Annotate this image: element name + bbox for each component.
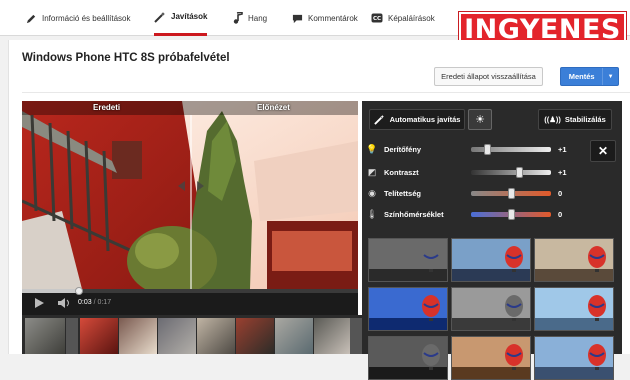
balloon-thumbnail-icon bbox=[535, 288, 613, 330]
tab-audio[interactable]: Hang bbox=[233, 0, 267, 36]
auto-fix-label: Automatikus javítás bbox=[389, 115, 461, 124]
contrast-value: +1 bbox=[558, 168, 567, 177]
color-temperature-value: 0 bbox=[558, 210, 563, 219]
auto-fix-button[interactable]: Automatikus javítás bbox=[369, 109, 465, 130]
brightness-toggle-button[interactable]: ☀ bbox=[468, 109, 492, 130]
fill-light-value: +1 bbox=[558, 145, 567, 154]
revert-original-button[interactable]: Eredeti állapot visszaállítása bbox=[434, 67, 543, 86]
tab-captions[interactable]: CC Képaláírások bbox=[371, 0, 435, 36]
saturation-icon: ◉ bbox=[368, 187, 376, 198]
stabilize-button[interactable]: ((♟)) Stabilizálás bbox=[538, 109, 612, 130]
tab-label: Kommentárok bbox=[308, 13, 358, 23]
magic-wand-icon bbox=[154, 11, 165, 23]
tab-label: Információ és beállítások bbox=[42, 13, 131, 23]
time-current: 0:03 bbox=[78, 299, 92, 306]
bulb-icon: 💡 bbox=[366, 143, 378, 154]
fill-light-slider[interactable] bbox=[471, 147, 551, 152]
filmstrip-frame bbox=[275, 318, 313, 354]
progress-scrubber[interactable] bbox=[75, 287, 83, 295]
close-button[interactable]: ✕ bbox=[590, 140, 616, 162]
tab-enhancements[interactable]: Javítások bbox=[154, 0, 208, 36]
trim-handle-right[interactable] bbox=[350, 318, 362, 354]
filter-thumbnail[interactable] bbox=[534, 336, 614, 380]
saturation-label: Telítettség bbox=[384, 189, 421, 198]
video-compare-header bbox=[22, 101, 358, 115]
filter-thumbnail[interactable] bbox=[368, 336, 448, 380]
contrast-icon: ◩ bbox=[367, 166, 377, 177]
page-title: Windows Phone HTC 8S próbafelvétel bbox=[22, 52, 230, 64]
filmstrip-frame bbox=[158, 318, 196, 354]
saturation-value: 0 bbox=[558, 189, 563, 198]
chevron-down-icon[interactable]: ▼ bbox=[602, 68, 618, 85]
save-button[interactable]: Mentés ▼ bbox=[560, 67, 619, 86]
tab-annotations[interactable]: Kommentárok bbox=[292, 0, 358, 36]
color-temperature-slider-thumb[interactable] bbox=[508, 209, 515, 220]
progress-bar[interactable] bbox=[22, 289, 358, 293]
contrast-label: Kontraszt bbox=[384, 168, 419, 177]
filter-thumbnail[interactable] bbox=[368, 287, 448, 331]
filmstrip-frame bbox=[80, 318, 118, 354]
filter-thumbnail[interactable] bbox=[534, 238, 614, 282]
time-total: / 0:17 bbox=[93, 299, 112, 306]
trim-handle-left[interactable] bbox=[66, 318, 78, 354]
balloon-thumbnail-icon bbox=[452, 239, 530, 281]
balloon-thumbnail-icon bbox=[452, 337, 530, 379]
stabilize-label: Stabilizálás bbox=[564, 115, 606, 124]
contrast-slider[interactable] bbox=[471, 170, 551, 175]
sun-icon: ☀ bbox=[475, 114, 485, 126]
filmstrip-frame bbox=[314, 318, 350, 354]
balloon-thumbnail-icon bbox=[369, 239, 447, 281]
balloon-thumbnail-icon bbox=[369, 288, 447, 330]
thermometer-icon: 🌡 bbox=[366, 208, 378, 219]
stabilize-icon: ((♟)) bbox=[544, 115, 561, 124]
svg-text:CC: CC bbox=[373, 16, 381, 22]
balloon-thumbnail-icon bbox=[452, 288, 530, 330]
filmstrip-frame bbox=[119, 318, 157, 354]
split-arrows-icon[interactable] bbox=[176, 180, 206, 192]
play-icon[interactable] bbox=[34, 298, 44, 308]
magic-wand-icon bbox=[373, 114, 384, 125]
color-temperature-label: Színhőmérséklet bbox=[384, 210, 444, 219]
balloon-thumbnail-icon bbox=[535, 239, 613, 281]
filter-thumbnail[interactable] bbox=[451, 287, 531, 331]
filmstrip-frame bbox=[25, 318, 65, 354]
save-button-label: Mentés bbox=[568, 72, 595, 81]
compare-split-handle[interactable] bbox=[190, 115, 192, 289]
filmstrip-frame bbox=[236, 318, 274, 354]
balloon-thumbnail-icon bbox=[369, 337, 447, 379]
divider bbox=[22, 92, 630, 93]
tab-label: Hang bbox=[248, 13, 268, 23]
filter-thumbnail[interactable] bbox=[368, 238, 448, 282]
filter-thumbnail[interactable] bbox=[534, 287, 614, 331]
music-note-icon bbox=[233, 12, 243, 24]
fill-light-slider-thumb[interactable] bbox=[484, 144, 491, 155]
progress-fill bbox=[22, 289, 80, 293]
saturation-slider-thumb[interactable] bbox=[508, 188, 515, 199]
tab-label: Javítások bbox=[171, 12, 208, 21]
contrast-slider-thumb[interactable] bbox=[516, 167, 523, 178]
cc-icon: CC bbox=[371, 13, 383, 23]
pencil-icon bbox=[26, 14, 36, 23]
time-display: 0:03 / 0:17 bbox=[78, 299, 111, 306]
fill-light-label: Derítőfény bbox=[384, 145, 422, 154]
tab-label: Képaláírások bbox=[388, 13, 435, 23]
volume-icon[interactable] bbox=[58, 298, 70, 308]
preview-label: Előnézet bbox=[257, 103, 290, 112]
original-label: Eredeti bbox=[93, 103, 121, 112]
close-icon: ✕ bbox=[597, 144, 609, 158]
filter-thumbnail[interactable] bbox=[451, 238, 531, 282]
balloon-thumbnail-icon bbox=[535, 337, 613, 379]
filmstrip-frame bbox=[197, 318, 235, 354]
tab-info-settings[interactable]: Információ és beállítások bbox=[26, 0, 131, 36]
speech-bubble-icon bbox=[292, 14, 303, 23]
filter-thumbnail[interactable] bbox=[451, 336, 531, 380]
